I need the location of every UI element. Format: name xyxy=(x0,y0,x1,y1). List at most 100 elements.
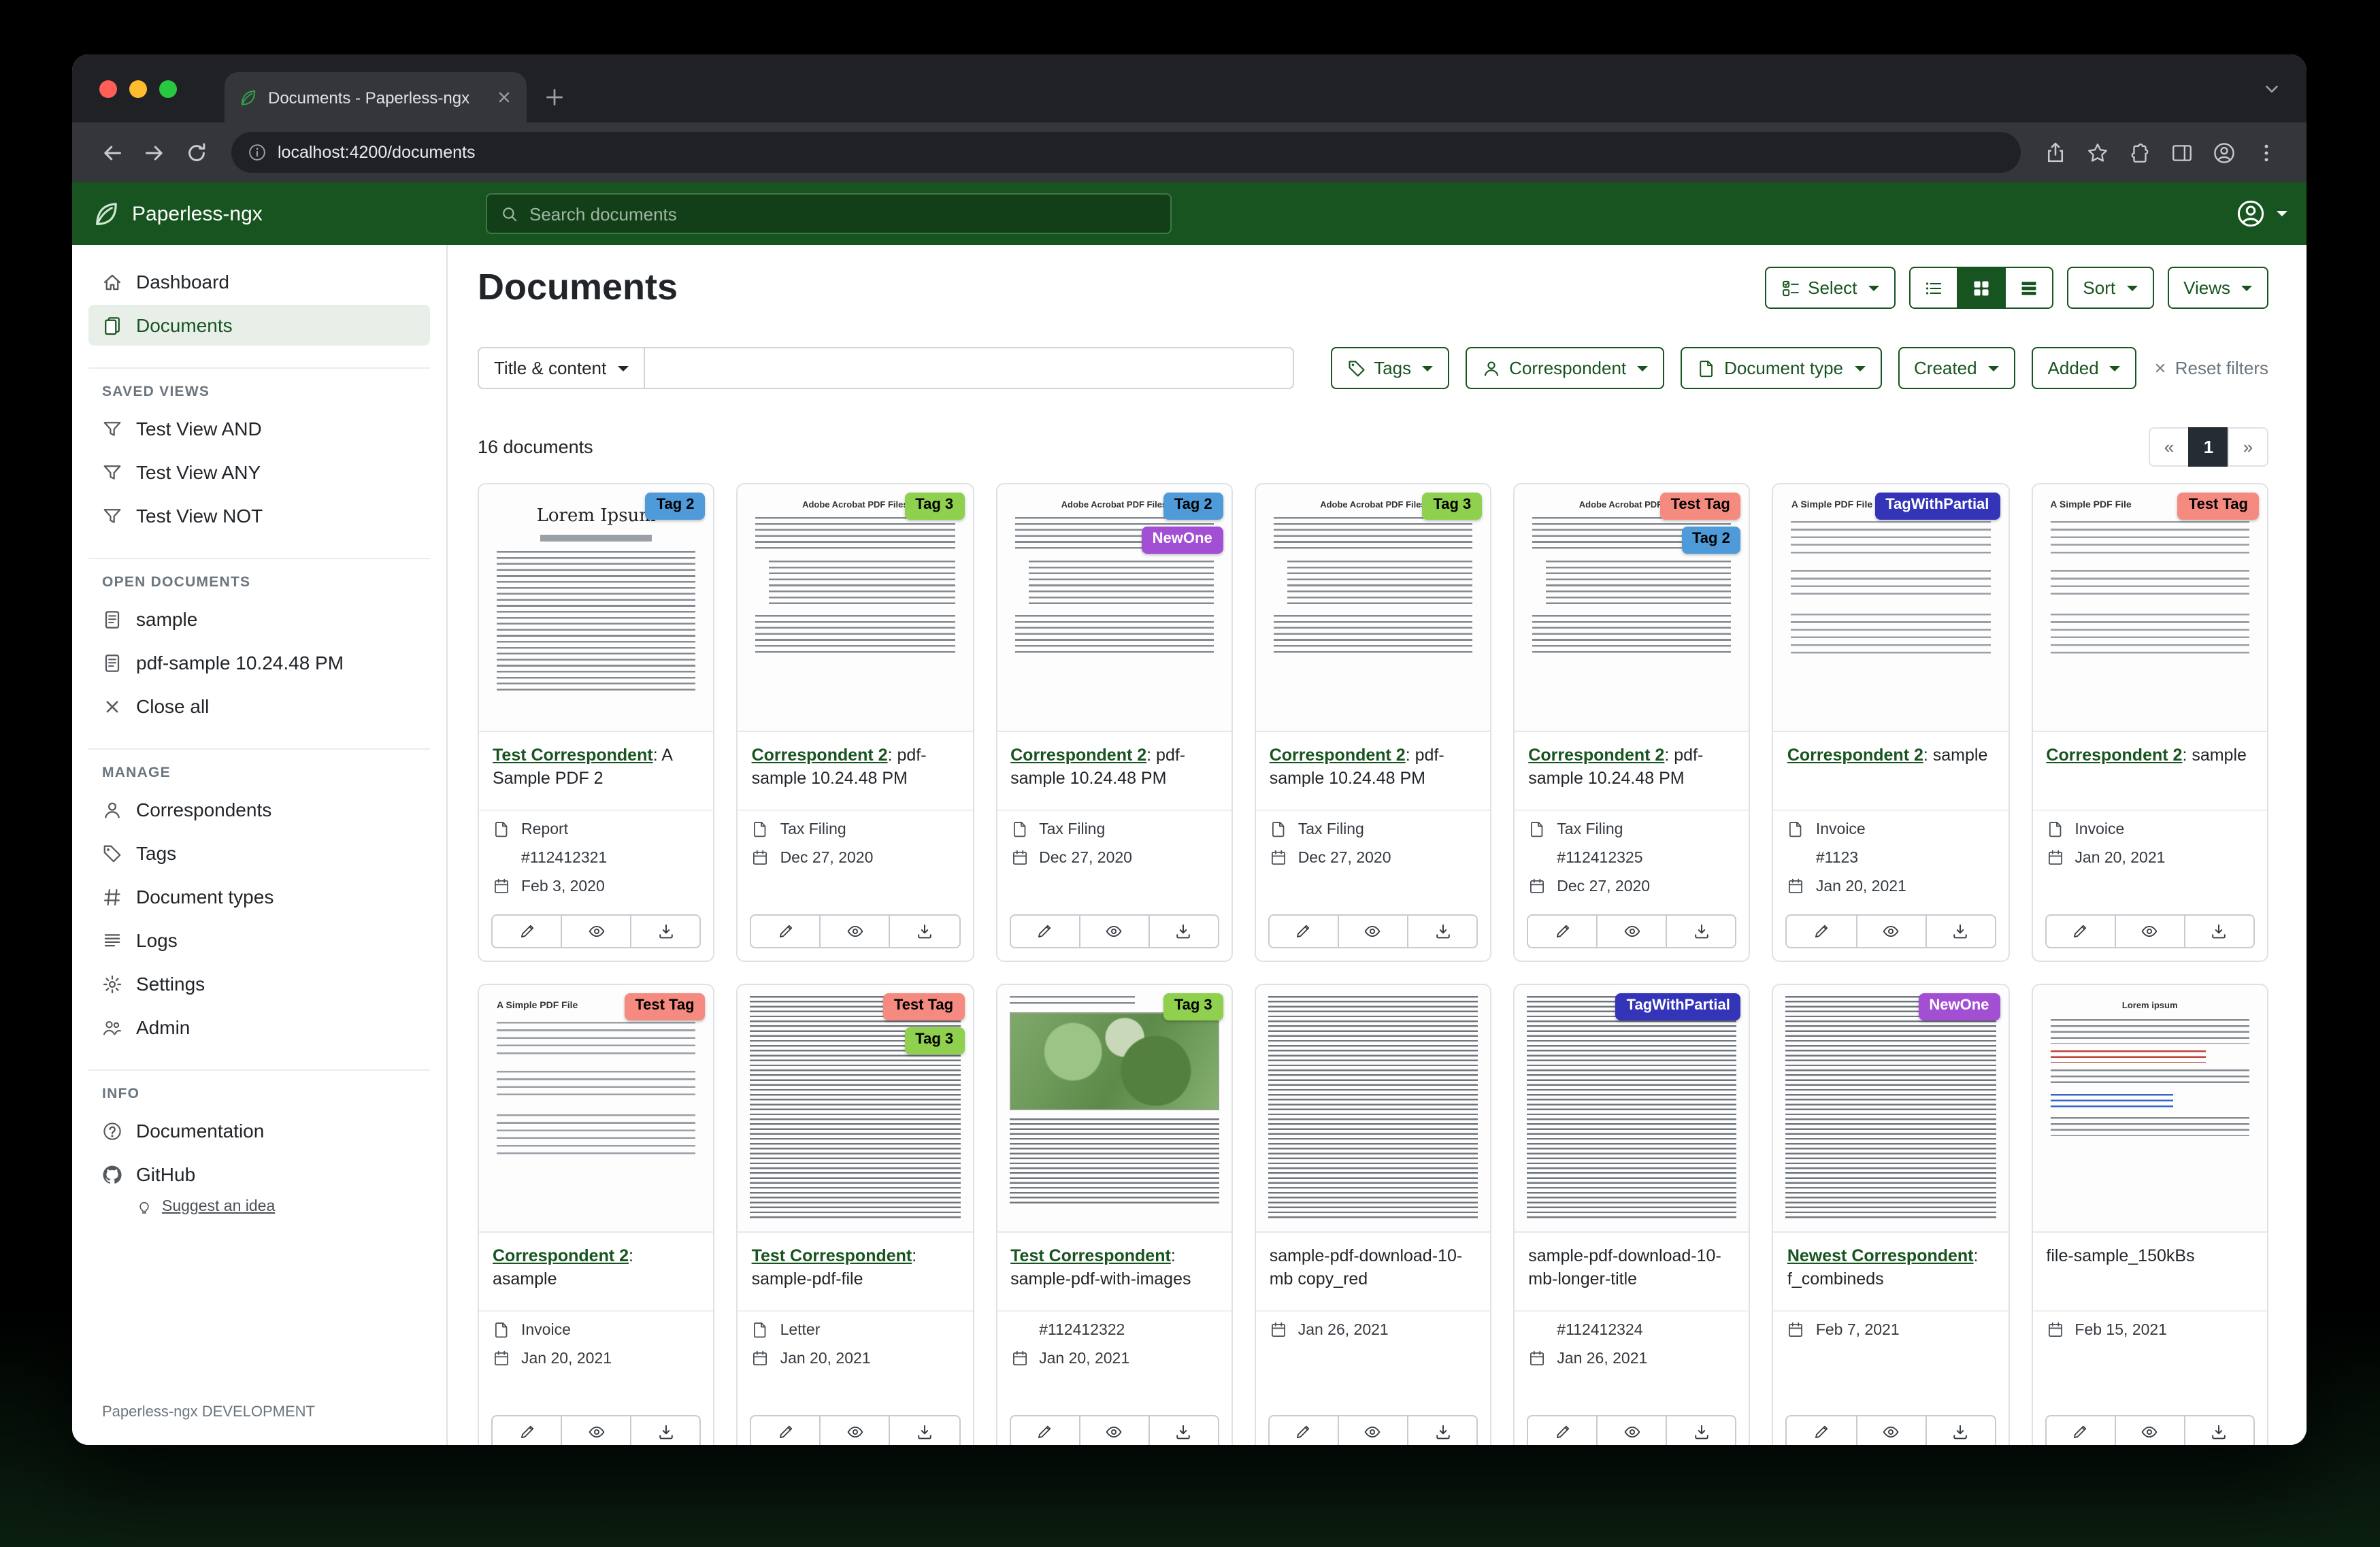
document-thumbnail[interactable]: A Simple PDF FileTest Tag xyxy=(2032,484,2267,732)
zoom-window-button[interactable] xyxy=(159,80,177,98)
minimize-window-button[interactable] xyxy=(129,80,147,98)
sidebar-item-test-view-not[interactable]: Test View NOT xyxy=(88,495,430,536)
document-thumbnail[interactable]: Tag 3 xyxy=(997,985,1232,1233)
download-button[interactable] xyxy=(1148,914,1219,948)
document-thumbnail[interactable]: Lorem IpsumTag 2 xyxy=(479,484,714,732)
document-thumbnail[interactable]: Adobe Acrobat PDF FilesTest TagTag 2 xyxy=(1515,484,1749,732)
sidebar-item-settings[interactable]: Settings xyxy=(88,963,430,1004)
new-tab-button[interactable] xyxy=(543,86,566,109)
document-card[interactable]: Adobe Acrobat PDF FilesTag 3Corresponden… xyxy=(1255,483,1492,962)
download-button[interactable] xyxy=(889,1415,960,1445)
document-thumbnail[interactable]: Adobe Acrobat PDF FilesTag 2NewOne xyxy=(997,484,1232,732)
download-button[interactable] xyxy=(2184,914,2255,948)
tag-badge-test-tag[interactable]: Test Tag xyxy=(2178,493,2259,520)
edit-button[interactable] xyxy=(1527,1415,1598,1445)
side-panel-icon[interactable] xyxy=(2170,141,2194,164)
sidebar-item-document-types[interactable]: Document types xyxy=(88,876,430,917)
select-button[interactable]: Select xyxy=(1764,267,1895,309)
close-window-button[interactable] xyxy=(99,80,117,98)
tab-search-chevron-icon[interactable] xyxy=(2262,79,2282,99)
tag-badge-tag-3[interactable]: Tag 3 xyxy=(904,493,964,520)
filter-correspondent-button[interactable]: Correspondent xyxy=(1466,347,1664,389)
download-button[interactable] xyxy=(1148,1415,1219,1445)
card-correspondent-link[interactable]: Correspondent 2 xyxy=(2046,746,2182,765)
card-correspondent-link[interactable]: Test Correspondent xyxy=(493,746,653,765)
filter-query-input[interactable] xyxy=(644,347,1294,389)
pagination-prev-button[interactable]: « xyxy=(2149,427,2189,467)
sidebar-item-logs[interactable]: Logs xyxy=(88,920,430,961)
document-card[interactable]: Lorem IpsumTag 2Test Correspondent: A Sa… xyxy=(478,483,715,962)
search-input[interactable] xyxy=(529,203,1157,224)
sidebar-item-tags[interactable]: Tags xyxy=(88,833,430,874)
sidebar-item-dashboard[interactable]: Dashboard xyxy=(88,261,430,302)
user-menu[interactable] xyxy=(2236,199,2287,229)
view-button[interactable] xyxy=(1078,1415,1149,1445)
download-button[interactable] xyxy=(1666,1415,1737,1445)
edit-button[interactable] xyxy=(1009,1415,1080,1445)
card-correspondent-link[interactable]: Correspondent 2 xyxy=(1787,746,1923,765)
view-button[interactable] xyxy=(1338,914,1408,948)
sort-button[interactable]: Sort xyxy=(2066,267,2153,309)
document-thumbnail[interactable] xyxy=(1256,985,1491,1233)
edit-button[interactable] xyxy=(1527,914,1598,948)
edit-button[interactable] xyxy=(491,914,562,948)
download-button[interactable] xyxy=(1666,914,1737,948)
document-thumbnail[interactable]: Test TagTag 3 xyxy=(738,985,973,1233)
document-card[interactable]: A Simple PDF FileTest Tag Correspondent 2… xyxy=(2031,483,2268,962)
edit-button[interactable] xyxy=(1786,1415,1857,1445)
views-button[interactable]: Views xyxy=(2167,267,2268,309)
view-button[interactable] xyxy=(2115,914,2185,948)
view-button[interactable] xyxy=(1078,914,1149,948)
sidebar-item-correspondents[interactable]: Correspondents xyxy=(88,789,430,830)
tag-badge-tag-2[interactable]: Tag 2 xyxy=(1163,493,1223,520)
card-correspondent-link[interactable]: Correspondent 2 xyxy=(1010,746,1146,765)
share-icon[interactable] xyxy=(2044,141,2067,164)
site-info-icon[interactable] xyxy=(248,143,267,162)
card-correspondent-link[interactable]: Correspondent 2 xyxy=(1528,746,1664,765)
filter-tags-button[interactable]: Tags xyxy=(1330,347,1449,389)
document-card[interactable]: Adobe Acrobat PDF FilesTag 2NewOneCorres… xyxy=(995,483,1233,962)
reload-icon[interactable] xyxy=(185,141,208,164)
sidebar-item-admin[interactable]: Admin xyxy=(88,1007,430,1048)
reset-filters-button[interactable]: Reset filters xyxy=(2153,358,2268,378)
bookmark-star-icon[interactable] xyxy=(2086,141,2109,164)
sidebar-item-test-view-and[interactable]: Test View AND xyxy=(88,408,430,449)
tag-badge-tag-2[interactable]: Tag 2 xyxy=(646,493,706,520)
view-mode-details-button[interactable] xyxy=(2004,267,2053,309)
document-thumbnail[interactable]: Adobe Acrobat PDF FilesTag 3 xyxy=(1256,484,1491,732)
sidebar-item-github[interactable]: GitHub xyxy=(88,1154,430,1195)
download-button[interactable] xyxy=(1407,1415,1478,1445)
tag-badge-test-tag[interactable]: Test Tag xyxy=(1660,493,1741,520)
global-search[interactable] xyxy=(486,193,1172,234)
download-button[interactable] xyxy=(630,914,701,948)
document-thumbnail[interactable]: Lorem ipsum xyxy=(2032,985,2267,1233)
edit-button[interactable] xyxy=(750,1415,821,1445)
browser-tab[interactable]: Documents - Paperless-ngx xyxy=(225,72,527,122)
sidebar-item-documents[interactable]: Documents xyxy=(88,305,430,346)
view-button[interactable] xyxy=(1855,914,1926,948)
tag-badge-tag-2[interactable]: Tag 2 xyxy=(1681,527,1741,554)
document-card[interactable]: Test TagTag 3Test Correspondent: sample-… xyxy=(737,984,974,1445)
profile-icon[interactable] xyxy=(2213,141,2236,164)
view-button[interactable] xyxy=(561,1415,631,1445)
tag-badge-newone[interactable]: NewOne xyxy=(1142,527,1223,554)
card-correspondent-link[interactable]: Correspondent 2 xyxy=(752,746,888,765)
tag-badge-newone[interactable]: NewOne xyxy=(1918,993,2000,1020)
filter-field-button[interactable]: Title & content xyxy=(478,347,644,389)
tag-badge-test-tag[interactable]: Test Tag xyxy=(624,993,705,1020)
extensions-icon[interactable] xyxy=(2128,141,2151,164)
edit-button[interactable] xyxy=(1009,914,1080,948)
edit-button[interactable] xyxy=(2045,1415,2115,1445)
edit-button[interactable] xyxy=(1786,914,1857,948)
tag-badge-tag-3[interactable]: Tag 3 xyxy=(904,1027,964,1054)
download-button[interactable] xyxy=(2184,1415,2255,1445)
tag-badge-tag-3[interactable]: Tag 3 xyxy=(1422,493,1482,520)
view-button[interactable] xyxy=(561,914,631,948)
document-card[interactable]: Lorem ipsumfile-sample_150kBsFeb 15, 202… xyxy=(2031,984,2268,1445)
document-card[interactable]: A Simple PDF FileTagWithPartialCorrespon… xyxy=(1772,483,2010,962)
document-card[interactable]: Adobe Acrobat PDF FilesTag 3 Corresponden… xyxy=(737,483,974,962)
view-button[interactable] xyxy=(820,1415,891,1445)
card-correspondent-link[interactable]: Newest Correspondent xyxy=(1787,1246,1974,1265)
download-button[interactable] xyxy=(889,914,960,948)
document-thumbnail[interactable]: Adobe Acrobat PDF FilesTag 3 xyxy=(738,484,973,732)
